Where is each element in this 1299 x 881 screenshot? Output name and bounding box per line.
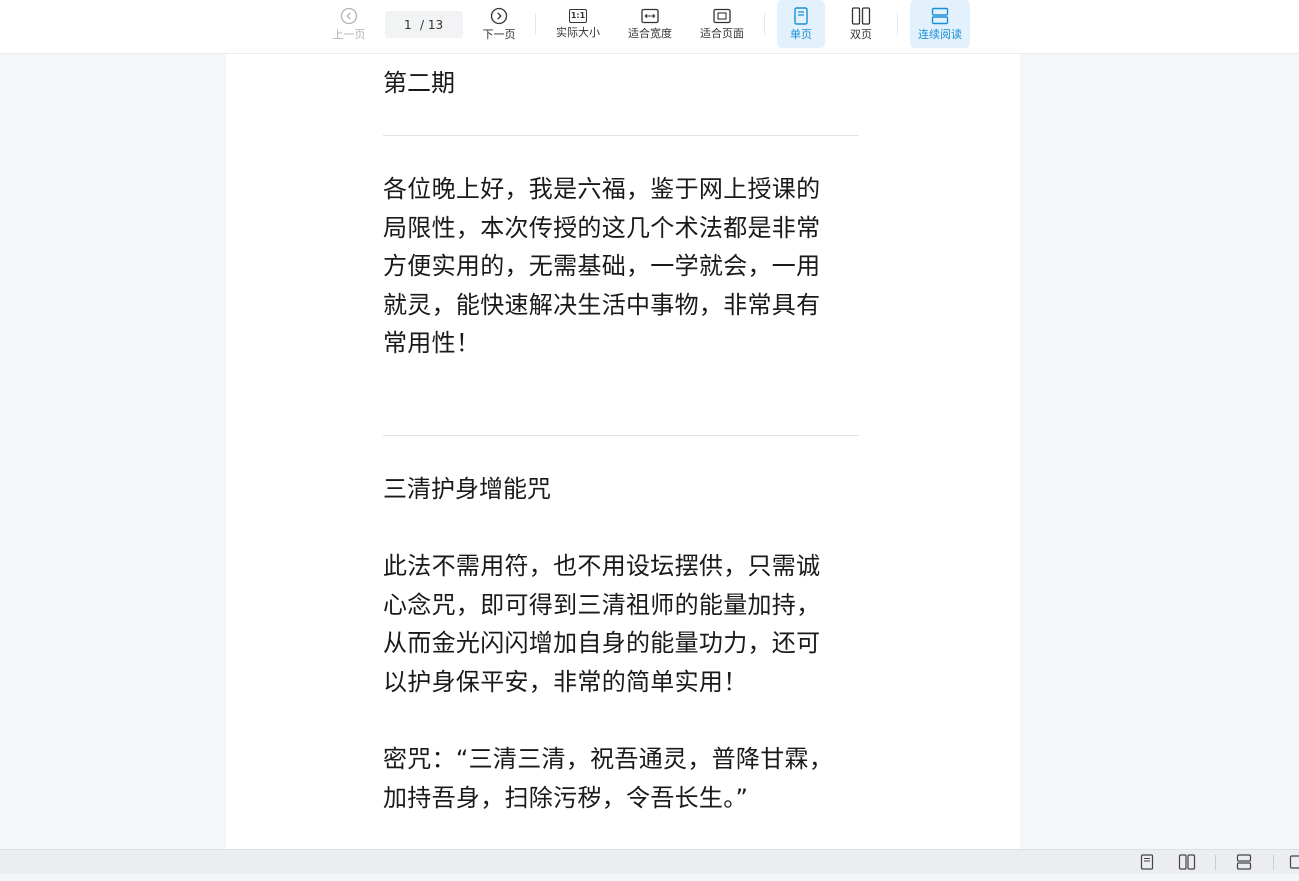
statusbar-divider: [1273, 855, 1274, 870]
intro-paragraph: 各位晚上好，我是六福，鉴于网上授课的 局限性，本次传授的这几个术法都是非常 方便…: [383, 175, 821, 357]
single-page-icon: [793, 7, 809, 25]
fit-width-icon: [641, 8, 659, 24]
fit-page-button[interactable]: 适合页面: [693, 0, 751, 48]
bottom-edge: [0, 874, 1299, 881]
continuous-reading-icon: [931, 7, 949, 25]
toolbar-divider: [764, 13, 765, 35]
single-page-icon[interactable]: [1139, 854, 1155, 874]
actual-size-icon: 1:1: [569, 9, 587, 23]
double-page-button[interactable]: 双页: [837, 0, 885, 48]
section-title: 第二期: [383, 69, 455, 97]
fullscreen-icon[interactable]: [1289, 854, 1299, 874]
document-page: 第二期 各位晚上好，我是六福，鉴于网上授课的 局限性，本次传授的这几个术法都是非…: [226, 54, 1020, 849]
continuous-reading-label: 连续阅读: [918, 28, 962, 41]
toolbar-divider: [897, 13, 898, 35]
page-number-field[interactable]: 1 / 13: [385, 11, 463, 38]
fit-width-button[interactable]: 适合宽度: [621, 0, 679, 48]
statusbar-divider: [1215, 855, 1216, 870]
single-page-button[interactable]: 单页: [777, 0, 825, 48]
single-page-label: 单页: [790, 28, 812, 41]
current-page-input[interactable]: 1: [404, 18, 420, 32]
double-page-icon: [851, 7, 871, 25]
prev-page-label: 上一页: [332, 28, 366, 41]
fit-page-icon: [713, 8, 731, 24]
divider-line: [383, 135, 859, 136]
spell-title: 三清护身增能咒: [383, 475, 551, 503]
continuous-reading-button[interactable]: 连续阅读: [910, 0, 970, 48]
prev-page-button[interactable]: 上一页: [326, 0, 372, 48]
top-toolbar: 上一页 1 / 13 下一页 1:1 实际大小 适合宽度 适合页面 单页 双页 …: [0, 0, 1299, 54]
bottom-statusbar: [0, 849, 1299, 874]
total-pages-text: / 13: [420, 17, 444, 32]
toolbar-divider: [535, 13, 536, 35]
chevron-right-circle-icon: [490, 7, 508, 25]
double-page-label: 双页: [850, 28, 872, 41]
spell-description: 此法不需用符，也不用设坛摆供，只需诚 心念咒，即可得到三清祖师的能量加持， 从而…: [383, 552, 821, 696]
continuous-icon[interactable]: [1236, 854, 1252, 874]
next-page-button[interactable]: 下一页: [476, 0, 522, 48]
fit-width-label: 适合宽度: [628, 27, 672, 40]
actual-size-button[interactable]: 1:1 实际大小: [549, 0, 607, 48]
double-page-icon[interactable]: [1178, 854, 1196, 874]
divider-line: [383, 435, 859, 436]
next-page-label: 下一页: [482, 28, 516, 41]
fit-page-label: 适合页面: [700, 27, 744, 40]
mantra-text: 密咒：“三清三清，祝吾通灵，普降甘霖， 加持吾身，扫除污秽，令吾长生。”: [383, 745, 834, 812]
actual-size-label: 实际大小: [556, 26, 600, 39]
chevron-left-circle-icon: [340, 7, 358, 25]
